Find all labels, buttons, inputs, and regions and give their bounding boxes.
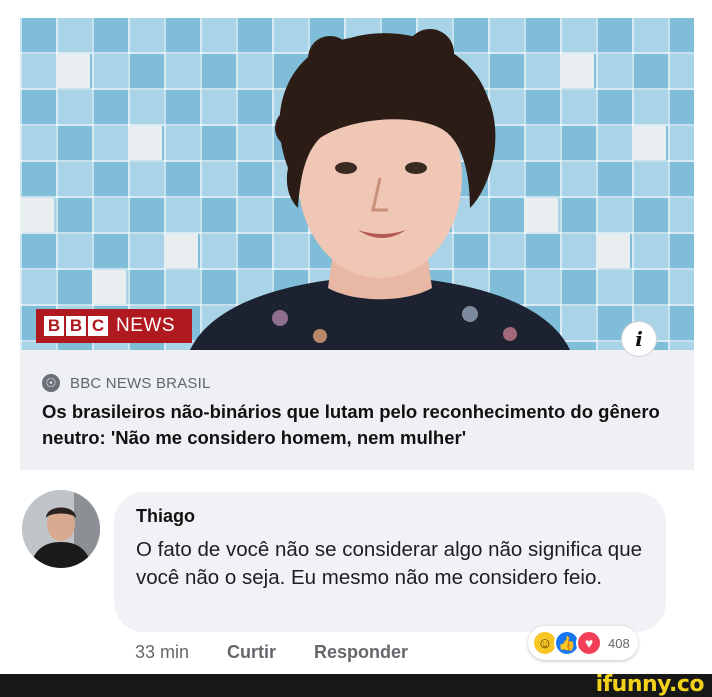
reaction-count: 408 [608, 635, 630, 651]
shared-post-card[interactable]: B B C NEWS i ☉ BBC NEWS BRASIL Os brasil… [20, 18, 694, 470]
comment-timestamp[interactable]: 33 min [135, 642, 189, 663]
globe-icon: ☉ [42, 374, 60, 392]
love-icon: ♥ [576, 630, 602, 656]
bbc-news-label: NEWS [116, 315, 175, 336]
avatar[interactable] [22, 490, 100, 568]
reactions-summary[interactable]: ☺ 👍 ♥ 408 [528, 626, 638, 660]
comment-text: O fato de você não se considerar algo nã… [136, 538, 642, 589]
post-photo[interactable]: B B C NEWS [20, 18, 694, 350]
post-source: ☉ BBC NEWS BRASIL [42, 374, 211, 392]
ifunny-watermark: ifunny.co [595, 672, 705, 697]
bbc-logo-block: C [88, 316, 108, 336]
bbc-logo-block: B [44, 316, 64, 336]
bbc-logo-block: B [66, 316, 86, 336]
source-name: BBC NEWS BRASIL [70, 374, 211, 392]
reply-button[interactable]: Responder [314, 642, 408, 663]
comment-bubble: Thiago O fato de você não se considerar … [114, 492, 666, 632]
avatar-photo [22, 490, 100, 568]
wall-tile [128, 126, 162, 160]
wall-tile [20, 198, 54, 232]
bbc-news-logo: B B C NEWS [36, 309, 192, 343]
wall-tile [596, 234, 630, 268]
like-button[interactable]: Curtir [227, 642, 276, 663]
comment-author[interactable]: Thiago [136, 506, 195, 527]
post-headline[interactable]: Os brasileiros não-binários que lutam pe… [42, 399, 682, 451]
comment-actions: 33 min Curtir Responder [135, 642, 408, 663]
info-icon[interactable]: i [621, 321, 657, 357]
wall-tile [632, 126, 666, 160]
person-photo [190, 29, 570, 350]
wall-tile [56, 54, 90, 88]
watermark-bar: ifunny.co [0, 672, 712, 697]
wall-tile [92, 270, 126, 304]
